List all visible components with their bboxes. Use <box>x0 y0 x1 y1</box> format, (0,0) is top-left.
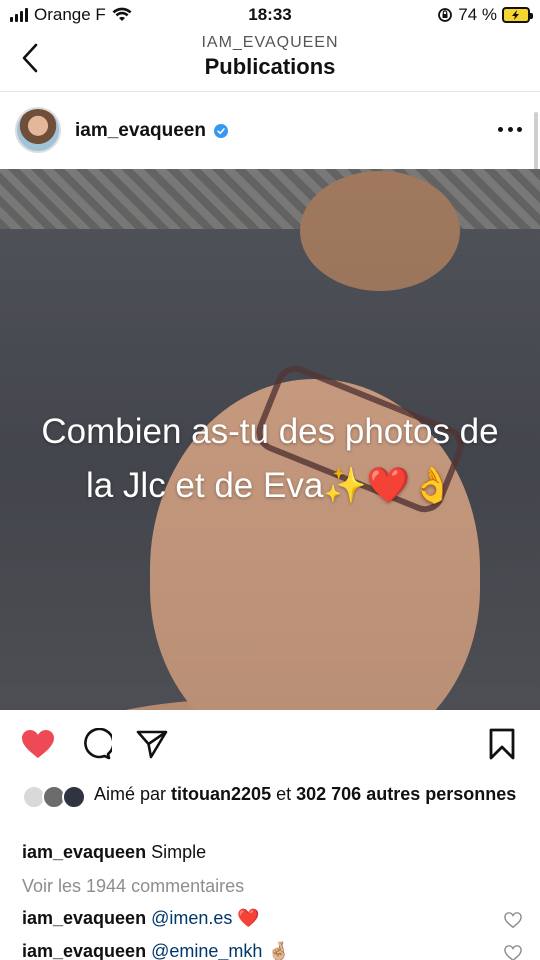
heart-outline-icon[interactable] <box>504 944 522 960</box>
caption-text: Simple <box>151 842 207 862</box>
dot-icon <box>517 126 522 132</box>
more-options-button[interactable] <box>498 119 522 139</box>
comment-username[interactable]: iam_evaqueen <box>22 908 146 928</box>
bookmark-icon <box>489 728 515 760</box>
heart-outline-icon[interactable] <box>504 911 522 929</box>
nav-header: IAM_EVAQUEEN Publications <box>0 32 540 92</box>
username-text: iam_evaqueen <box>75 120 206 141</box>
scrollbar[interactable] <box>534 112 538 172</box>
comment-mention[interactable]: @imen.es <box>151 908 232 928</box>
comment-mention[interactable]: @emine_mkh <box>151 941 262 960</box>
post-caption: iam_evaqueen Simple <box>22 842 206 863</box>
dot-icon <box>498 126 503 132</box>
liker-avatars <box>22 785 88 811</box>
likes-summary[interactable]: Aimé par titouan2205 et 302 706 autres p… <box>22 783 522 809</box>
liked-by-others[interactable]: 302 706 autres personnes <box>296 784 516 804</box>
liked-by-prefix: Aimé par <box>94 784 167 804</box>
comment-emoji: 🤞🏼 <box>267 941 290 960</box>
save-button[interactable] <box>484 726 520 762</box>
header-subtitle: IAM_EVAQUEEN <box>201 34 339 51</box>
orientation-lock-icon <box>438 8 453 22</box>
comment-item: iam_evaqueen @imen.es ❤️ <box>22 908 522 929</box>
status-bar: Orange F 18:33 74 % <box>0 0 540 32</box>
comment-icon <box>84 728 112 760</box>
battery-icon <box>502 7 533 23</box>
comment-username[interactable]: iam_evaqueen <box>22 941 146 960</box>
avatar[interactable] <box>15 107 61 153</box>
battery-percent: 74 % <box>458 5 497 24</box>
liked-by-and: et <box>276 784 292 804</box>
liked-by-user[interactable]: titouan2205 <box>171 784 271 804</box>
post-photo[interactable]: Combien as-tu des photos de la Jlc et de… <box>0 169 540 710</box>
view-comments-link[interactable]: Voir les 1944 commentaires <box>22 876 244 897</box>
page-title: Publications <box>204 54 336 79</box>
caption-username[interactable]: iam_evaqueen <box>22 842 146 862</box>
share-button[interactable] <box>134 726 170 762</box>
send-icon <box>136 730 168 759</box>
status-right: 74 % <box>437 5 533 25</box>
like-button[interactable] <box>20 726 56 762</box>
comment-emoji: ❤️ <box>237 908 260 928</box>
verified-badge-icon <box>213 124 228 138</box>
comment-button[interactable] <box>78 726 114 762</box>
heart-filled-icon <box>22 730 54 758</box>
post-username[interactable]: iam_evaqueen <box>75 120 228 142</box>
post-actions <box>0 712 540 778</box>
post-header: iam_evaqueen <box>0 93 540 169</box>
likes-text: Aimé par titouan2205 et 302 706 autres p… <box>22 783 522 806</box>
comment-item: iam_evaqueen @emine_mkh 🤞🏼 <box>22 941 522 960</box>
dot-icon <box>507 126 513 132</box>
avatar <box>62 785 86 809</box>
photo-overlay-text: Combien as-tu des photos de la Jlc et de… <box>41 412 499 505</box>
